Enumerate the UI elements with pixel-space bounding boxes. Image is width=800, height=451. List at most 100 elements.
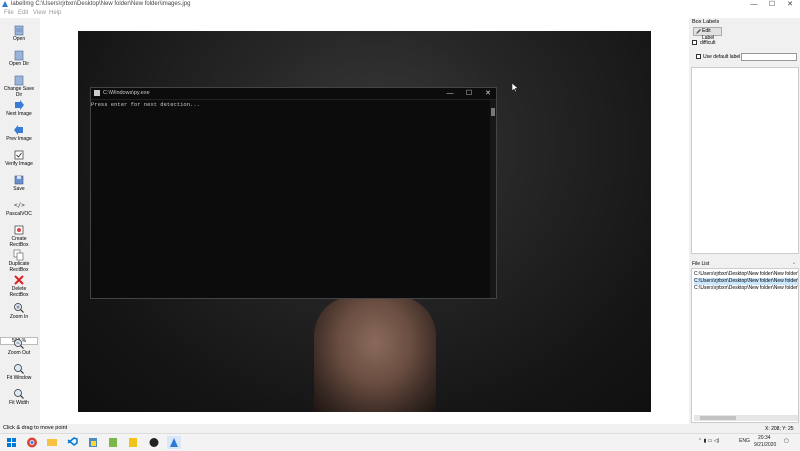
- open-dir-button[interactable]: Open Dir: [0, 49, 38, 67]
- tools-toolbar: Open Open Dir Change Save Dir Next Image…: [0, 18, 40, 424]
- difficult-checkbox[interactable]: [692, 40, 697, 45]
- duplicate-rect-icon: [13, 249, 24, 261]
- open-icon: [14, 25, 24, 36]
- notifications-icon[interactable]: ▢: [784, 438, 789, 444]
- zoom-out-button[interactable]: Zoom Out: [0, 338, 38, 356]
- clock-time[interactable]: 20:34: [758, 435, 771, 441]
- save-label: Save: [13, 186, 25, 192]
- zoom-in-button[interactable]: Zoom In: [0, 302, 38, 320]
- verify-image-button[interactable]: Verify Image: [0, 149, 38, 167]
- verify-image-label: Verify Image: [5, 161, 33, 167]
- zoom-out-label: Zoom Out: [7, 350, 31, 356]
- console-app-icon: [94, 90, 100, 96]
- change-save-dir-button[interactable]: Change Save Dir: [0, 74, 38, 98]
- save-button[interactable]: Save: [0, 174, 38, 192]
- console-close-button[interactable]: ✕: [479, 88, 497, 99]
- use-default-label-text: Use default label: [703, 54, 741, 60]
- chrome-icon[interactable]: [25, 436, 39, 449]
- console-window[interactable]: C:\Windows\py.exe — ☐ ✕ Press enter for …: [90, 87, 497, 299]
- delete-rect-icon: [14, 275, 24, 285]
- language-indicator[interactable]: ENG: [739, 438, 750, 444]
- menu-help[interactable]: Help: [49, 10, 61, 16]
- float-dock-icon[interactable]: ▫: [793, 261, 795, 267]
- zoom-out-icon: [14, 339, 24, 349]
- duplicate-rectbox-button[interactable]: Duplicate RectBox: [0, 249, 38, 273]
- format-icon: </>: [14, 202, 25, 209]
- app-dark-icon[interactable]: [147, 436, 161, 449]
- tray-icons[interactable]: ⌃ ▮ ▭ ◁): [698, 438, 719, 444]
- open-button[interactable]: Open: [0, 24, 38, 42]
- cursor-coordinates: X: 208; Y: 25: [765, 426, 794, 432]
- mouse-cursor-icon: [512, 83, 518, 92]
- labelimg-app-icon: [2, 1, 8, 7]
- format-button[interactable]: </> PascalVOC: [0, 199, 38, 217]
- prev-image-icon: [14, 125, 23, 135]
- next-image-label: Next Image: [6, 111, 32, 117]
- right-dock: Box Labels Edit Label difficult Use defa…: [690, 18, 800, 424]
- create-rectbox-label: Create RectBox: [9, 236, 29, 248]
- difficult-label: difficult: [700, 40, 716, 46]
- open-dir-label: Open Dir: [8, 61, 29, 67]
- create-rectbox-button[interactable]: Create RectBox: [0, 224, 38, 248]
- box-labels-header: Box Labels: [692, 19, 720, 25]
- save-icon: [14, 175, 24, 185]
- open-label: Open: [12, 36, 26, 42]
- default-label-input[interactable]: [741, 53, 797, 61]
- finger-in-image: [314, 296, 436, 412]
- file-list-header: File List: [692, 261, 710, 267]
- fit-width-icon: [14, 389, 24, 399]
- fit-width-label: Fit Width: [9, 400, 29, 406]
- duplicate-rectbox-label: Duplicate RectBox: [8, 261, 30, 273]
- file-list-item[interactable]: C:\Users\rjrbxn\Desktop\New folder\New f…: [694, 271, 798, 278]
- format-label: PascalVOC: [6, 211, 32, 217]
- next-image-icon: [15, 100, 24, 110]
- create-rect-icon: [14, 225, 24, 235]
- delete-rectbox-label: Delete RectBox: [9, 286, 29, 298]
- fit-width-button[interactable]: Fit Width: [0, 388, 38, 406]
- file-list-item[interactable]: C:\Users\rjrbxn\Desktop\New folder\New f…: [694, 285, 798, 292]
- menu-edit[interactable]: Edit: [18, 10, 28, 16]
- python-icon[interactable]: [86, 436, 100, 449]
- app-yellow-icon[interactable]: [126, 436, 140, 449]
- file-list[interactable]: C:\Users\rjrbxn\Desktop\New folder\New f…: [691, 268, 799, 423]
- console-scrollbar[interactable]: [490, 100, 496, 298]
- app-green-icon[interactable]: [106, 436, 120, 449]
- menu-view[interactable]: View: [33, 10, 46, 16]
- vscode-icon[interactable]: [65, 436, 79, 449]
- prev-image-button[interactable]: Prev Image: [0, 124, 38, 142]
- console-title-bar[interactable]: C:\Windows\py.exe — ☐ ✕: [91, 88, 496, 100]
- minimize-button[interactable]: —: [745, 0, 763, 9]
- delete-rectbox-button[interactable]: Delete RectBox: [0, 274, 38, 298]
- change-save-dir-icon: [14, 75, 24, 86]
- open-dir-icon: [14, 50, 24, 61]
- file-list-hscrollbar[interactable]: [694, 415, 798, 421]
- maximize-button[interactable]: ☐: [763, 0, 781, 9]
- edit-icon: [696, 29, 701, 34]
- file-explorer-icon[interactable]: [45, 436, 59, 449]
- use-default-label-checkbox[interactable]: [696, 54, 701, 59]
- svg-text:</>: </>: [14, 202, 25, 209]
- fit-window-icon: [14, 364, 24, 374]
- menu-file[interactable]: File: [4, 10, 14, 16]
- fit-window-button[interactable]: Fit Window: [0, 363, 38, 381]
- file-list-item-selected[interactable]: C:\Users\rjrbxn\Desktop\New folder\New f…: [694, 278, 798, 285]
- console-minimize-button[interactable]: —: [441, 88, 459, 99]
- close-button[interactable]: ✕: [781, 0, 799, 9]
- zoom-in-label: Zoom In: [9, 314, 29, 320]
- edit-label-button[interactable]: Edit Label: [693, 27, 722, 41]
- window-title: labelImg C:\Users\rjrbxn\Desktop\New fol…: [11, 1, 191, 7]
- clock-date[interactable]: 9/21/2020: [754, 442, 776, 448]
- console-output: Press enter for next detection...: [91, 101, 200, 108]
- console-title: C:\Windows\py.exe: [103, 90, 150, 96]
- fit-window-label: Fit Window: [6, 375, 32, 381]
- next-image-button[interactable]: Next Image: [0, 99, 38, 117]
- windows-taskbar: ⌃ ▮ ▭ ◁) ENG 20:34 9/21/2020 ▢: [0, 433, 800, 451]
- status-bar: Click & drag to move point X: 208; Y: 25: [0, 424, 800, 433]
- status-message: Click & drag to move point: [3, 425, 68, 431]
- verify-icon: [14, 150, 24, 160]
- label-list[interactable]: [691, 67, 799, 254]
- labelimg-taskbar-icon[interactable]: [167, 436, 181, 449]
- console-maximize-button[interactable]: ☐: [460, 88, 478, 99]
- windows-start-icon[interactable]: [5, 436, 19, 449]
- zoom-in-icon: [14, 303, 24, 313]
